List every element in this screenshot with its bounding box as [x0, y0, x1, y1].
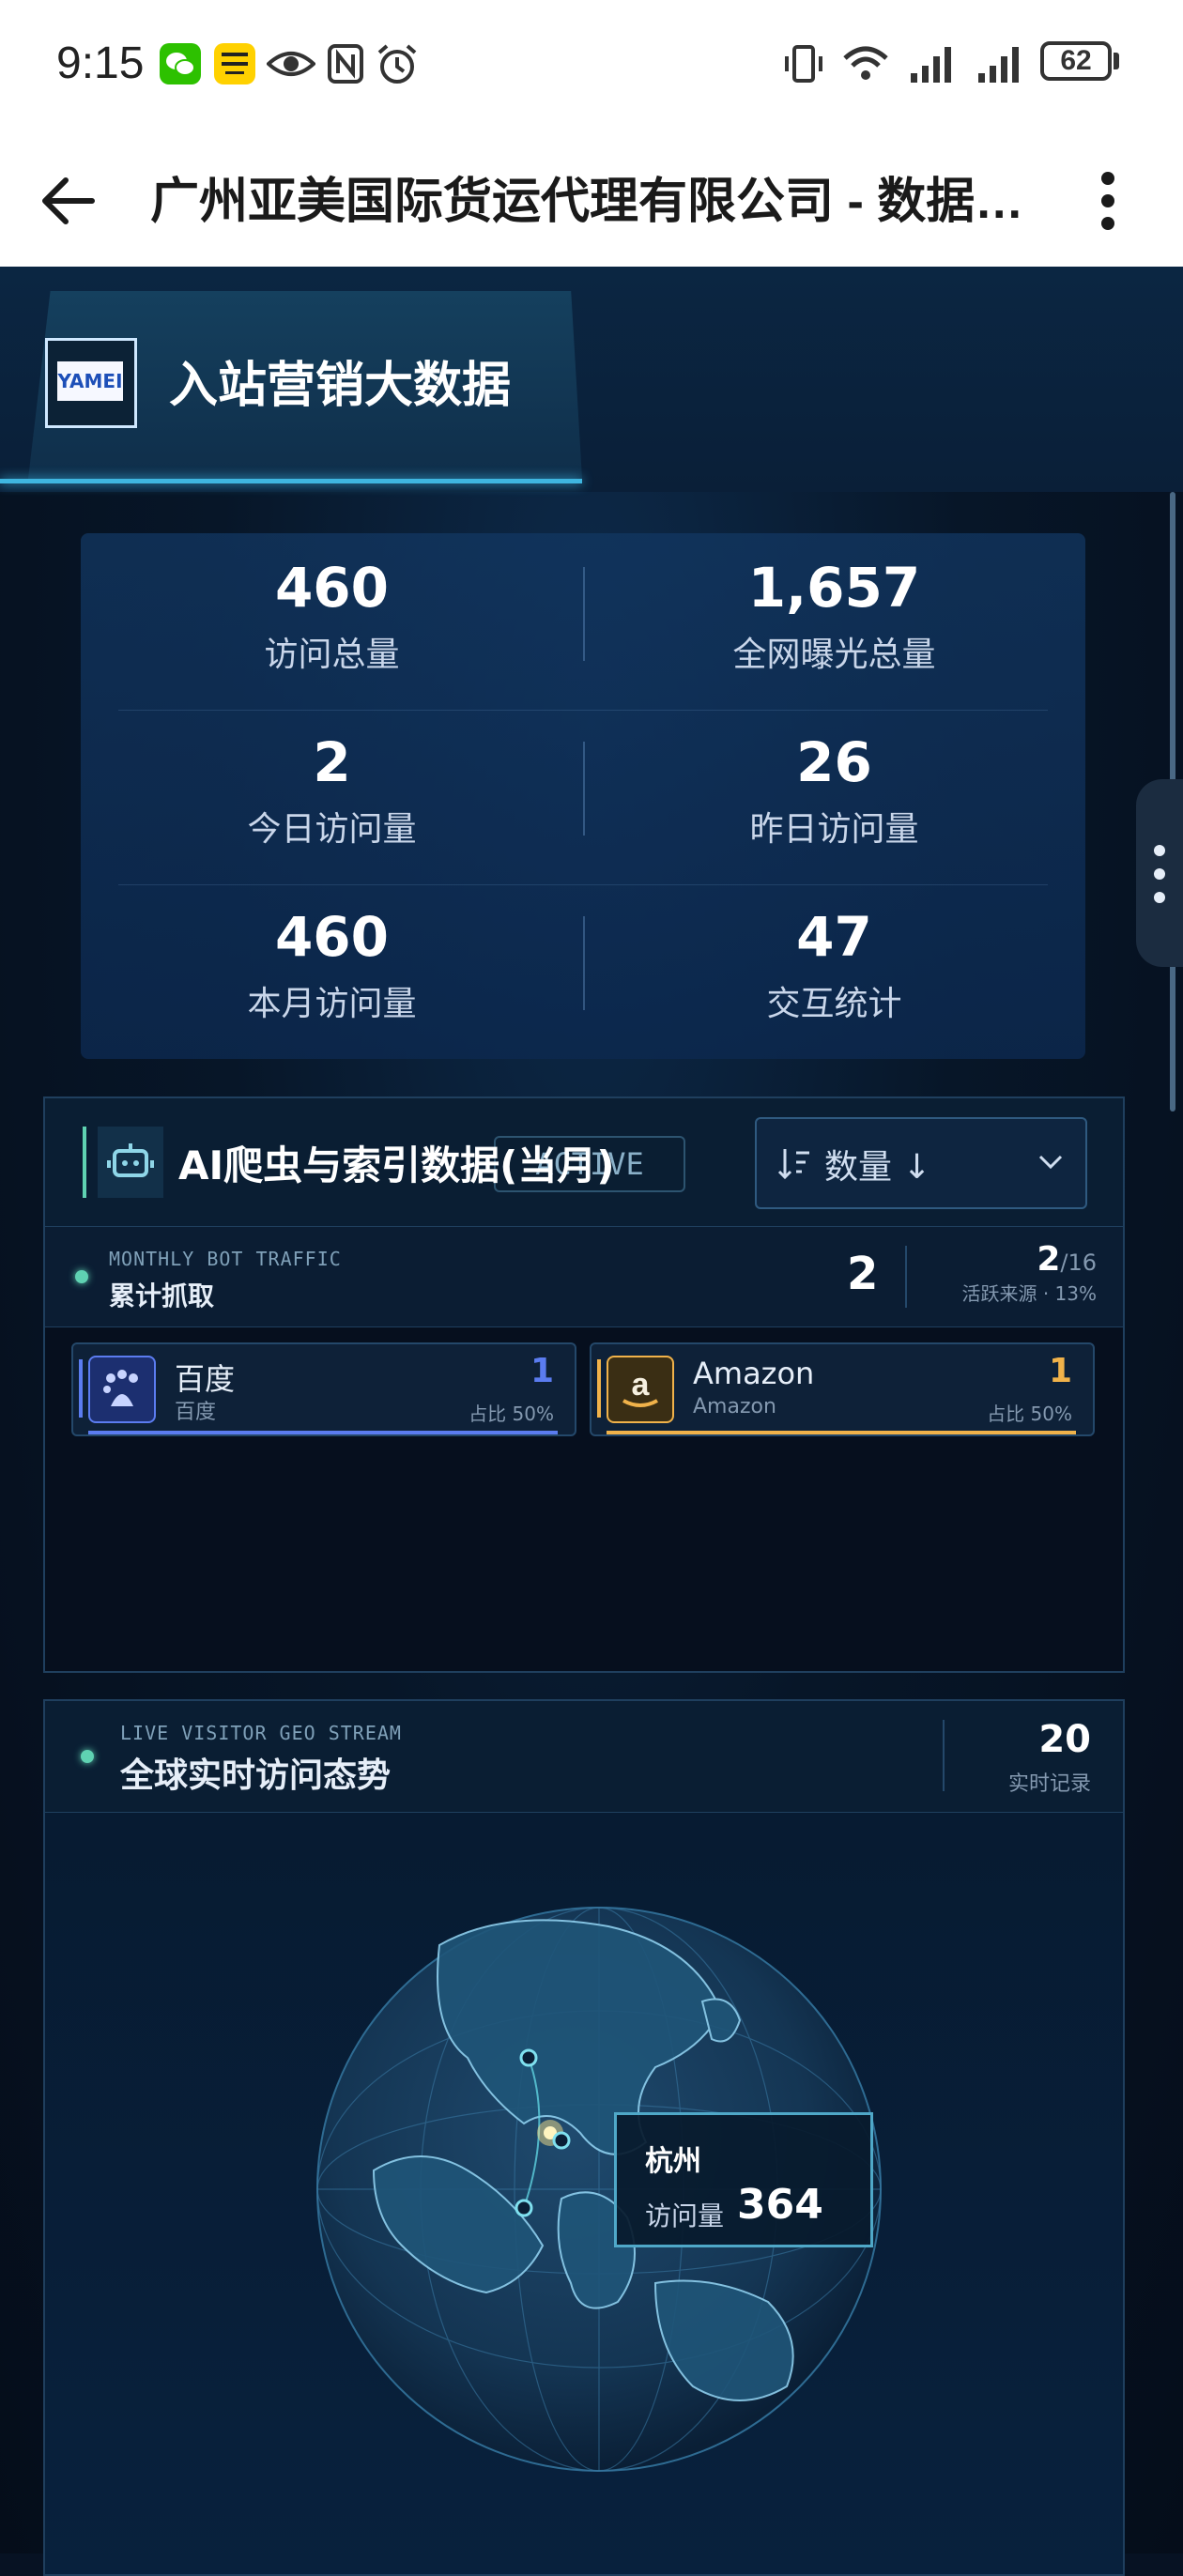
status-dot	[81, 1750, 94, 1763]
panel-title: AI爬虫与索引数据(当月)	[178, 1142, 615, 1188]
bot-share: 占比 50%	[469, 1403, 554, 1425]
bot-name: Amazon	[693, 1356, 815, 1391]
more-vertical-icon[interactable]	[1080, 163, 1136, 238]
sort-icon	[777, 1149, 809, 1180]
battery-tip	[1114, 53, 1119, 69]
status-time: 9:15	[56, 38, 145, 88]
stat-value: 2	[313, 730, 351, 794]
dashboard: YAMEI 入站营销大数据 460 访问总量 1,657 全网曝光总量 2 今日…	[0, 267, 1183, 2576]
active-sources-note: 活跃来源 · 13%	[961, 1282, 1097, 1305]
signal-icon	[911, 47, 951, 83]
more-vertical-icon	[1154, 845, 1165, 903]
stat-month-visits: 460 本月访问量	[81, 905, 583, 1025]
status-bar: 9:15 62	[0, 0, 1183, 135]
stat-divider	[583, 567, 585, 661]
side-panel-handle[interactable]	[1136, 779, 1183, 967]
battery-level: 62	[1060, 45, 1092, 76]
stat-label: 交互统计	[766, 985, 902, 1023]
stat-total-visits: 460 访问总量	[81, 556, 583, 676]
geo-count-label: 实时记录	[1007, 1772, 1091, 1796]
stat-label: 今日访问量	[247, 810, 417, 849]
eye-icon	[267, 52, 315, 76]
geo-stream-panel: LIVE VISITOR GEO STREAM 全球实时访问态势 20 实时记录	[43, 1699, 1125, 2576]
stat-yesterday-visits: 26 昨日访问量	[583, 730, 1085, 851]
active-sources-total: /16	[1060, 1250, 1097, 1276]
panel-header: ACTIVE AI爬虫与索引数据(当月) 数量 ↓	[45, 1098, 1123, 1226]
stat-divider	[583, 742, 585, 836]
bot-accent	[79, 1359, 83, 1418]
stat-total-exposure: 1,657 全网曝光总量	[583, 556, 1085, 676]
stat-value: 1,657	[747, 556, 921, 620]
stat-divider	[583, 916, 585, 1010]
bot-subtitle: 百度	[175, 1401, 217, 1424]
geo-caption: LIVE VISITOR GEO STREAM	[120, 1722, 402, 1744]
alarm-icon	[377, 44, 417, 84]
summary-divider	[943, 1720, 945, 1791]
bot-count: 1	[530, 1352, 554, 1390]
battery-icon: 62	[1040, 41, 1112, 81]
tooltip-value: 364	[737, 2181, 823, 2229]
row-divider	[118, 710, 1048, 711]
sort-label: 数量 ↓	[824, 1148, 931, 1187]
page-title: 广州亚美国际货运代理有限公司 - 数据中心	[150, 175, 1042, 229]
amazon-icon: a	[607, 1356, 674, 1423]
dashboard-title: 入站营销大数据	[169, 358, 512, 414]
stats-grid: 460 访问总量 1,657 全网曝光总量 2 今日访问量 26 昨日访问量 4…	[81, 533, 1085, 1059]
bot-share-bar	[88, 1431, 558, 1434]
panel-header: LIVE VISITOR GEO STREAM 全球实时访问态势 20 实时记录	[45, 1701, 1123, 1813]
app-bar: 广州亚美国际货运代理有限公司 - 数据中心	[0, 135, 1183, 267]
ai-crawler-panel: ACTIVE AI爬虫与索引数据(当月) 数量 ↓ MONTHLY BOT TR…	[43, 1096, 1125, 1673]
bot-traffic-summary: MONTHLY BOT TRAFFIC 累计抓取 2 2/16 活跃来源 · 1…	[45, 1226, 1123, 1327]
stat-label: 访问总量	[264, 636, 400, 674]
row-divider	[118, 884, 1048, 885]
bot-accent	[597, 1359, 601, 1418]
tooltip-city: 杭州	[645, 2145, 701, 2178]
stat-interactions: 47 交互统计	[583, 905, 1085, 1025]
stat-value: 460	[274, 905, 390, 969]
summary-divider	[905, 1246, 907, 1308]
stat-label: 本月访问量	[247, 985, 417, 1023]
dashboard-header: YAMEI 入站营销大数据	[0, 267, 1183, 492]
bot-name: 百度	[175, 1361, 236, 1397]
chevron-down-icon	[1038, 1155, 1063, 1170]
bot-subtitle: Amazon	[693, 1395, 776, 1418]
stat-today-visits: 2 今日访问量	[81, 730, 583, 851]
bot-share: 占比 50%	[987, 1403, 1072, 1425]
geo-count: 20	[1038, 1718, 1091, 1761]
logo-text: YAMEI	[57, 361, 123, 401]
stat-value: 460	[274, 556, 390, 620]
robot-icon	[98, 1127, 163, 1198]
status-dot	[75, 1270, 88, 1283]
summary-caption: MONTHLY BOT TRAFFIC	[109, 1248, 342, 1270]
stat-label: 全网曝光总量	[732, 636, 936, 674]
header-glow-line	[0, 479, 582, 483]
nfc-icon	[328, 44, 363, 84]
summary-title: 累计抓取	[109, 1280, 215, 1311]
geo-tooltip: 杭州 访问量 364	[614, 2112, 873, 2247]
bot-share-bar	[607, 1431, 1076, 1434]
meituan-icon	[214, 43, 255, 84]
wifi-icon	[843, 46, 888, 80]
stat-value: 26	[796, 730, 872, 794]
baidu-icon	[88, 1356, 156, 1423]
summary-total: 2	[847, 1248, 879, 1300]
svg-text:a: a	[632, 1367, 651, 1403]
active-sources-count: 2	[1037, 1240, 1061, 1279]
stat-label: 昨日访问量	[749, 810, 919, 849]
bot-count: 1	[1048, 1352, 1072, 1390]
sort-dropdown[interactable]: 数量 ↓	[755, 1117, 1087, 1209]
stat-value: 47	[796, 905, 872, 969]
company-logo: YAMEI	[45, 338, 137, 428]
tooltip-label: 访问量	[645, 2200, 725, 2231]
geo-title: 全球实时访问态势	[120, 1756, 392, 1795]
bot-card-baidu[interactable]: 百度 百度 1 占比 50%	[71, 1342, 576, 1436]
arrow-left-icon[interactable]	[34, 163, 109, 238]
signal-icon	[978, 47, 1019, 83]
vibrate-icon	[785, 45, 822, 83]
active-sources: 2/16 活跃来源 · 13%	[961, 1240, 1097, 1306]
panel-accent-bar	[83, 1127, 86, 1198]
bot-card-amazon[interactable]: a Amazon Amazon 1 占比 50%	[590, 1342, 1095, 1436]
wechat-icon	[160, 43, 201, 84]
